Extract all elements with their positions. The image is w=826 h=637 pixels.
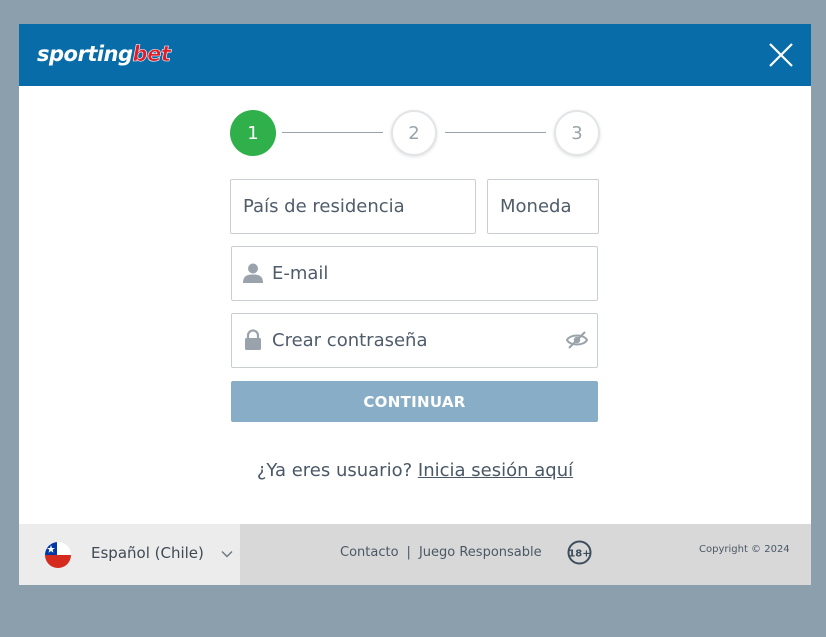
- modal-footer: Español (Chile) Contacto | Juego Responsab…: [19, 524, 811, 585]
- footer-links: Contacto | Juego Responsable: [340, 545, 542, 560]
- country-field[interactable]: [230, 179, 476, 234]
- login-prompt: ¿Ya eres usuario? Inicia sesión aquí: [19, 460, 811, 481]
- copyright-text: Copyright © 2024: [699, 544, 790, 555]
- password-field[interactable]: [231, 313, 598, 368]
- email-field[interactable]: [231, 246, 598, 301]
- sportingbet-logo: sportingbet: [37, 41, 171, 67]
- step-2: 2: [391, 110, 437, 156]
- user-icon: [243, 263, 263, 283]
- login-link[interactable]: Inicia sesión aquí: [418, 460, 573, 481]
- lock-icon: [245, 329, 261, 350]
- step-connector: [445, 132, 546, 133]
- step-1: 1: [230, 110, 276, 156]
- age-restriction-icon: 18+: [567, 540, 592, 565]
- footer-separator: |: [406, 545, 411, 560]
- chevron-down-icon: [221, 551, 233, 558]
- email-input[interactable]: [232, 247, 597, 300]
- language-label: Español (Chile): [91, 544, 204, 562]
- logo-text-sporting: sporting: [37, 42, 133, 66]
- continue-button[interactable]: CONTINUAR: [231, 381, 598, 422]
- age-badge-text: 18+: [568, 549, 590, 560]
- responsible-gaming-link[interactable]: Juego Responsable: [419, 545, 542, 560]
- step-connector: [282, 132, 383, 133]
- currency-field[interactable]: [487, 179, 599, 234]
- language-selector[interactable]: Español (Chile): [19, 524, 240, 585]
- modal-header: sportingbet: [19, 24, 811, 86]
- password-input[interactable]: [232, 314, 597, 367]
- step-3: 3: [554, 110, 600, 156]
- currency-input[interactable]: [488, 180, 598, 233]
- logo-text-bet: bet: [132, 42, 171, 67]
- contact-link[interactable]: Contacto: [340, 545, 399, 560]
- registration-modal: sportingbet 1 2 3 País de residencia Mon…: [19, 24, 811, 585]
- eye-off-icon[interactable]: [565, 329, 589, 351]
- chile-flag-icon: [45, 542, 71, 568]
- login-prompt-text: ¿Ya eres usuario?: [256, 460, 413, 481]
- country-input[interactable]: [231, 180, 475, 233]
- close-icon[interactable]: [767, 41, 795, 69]
